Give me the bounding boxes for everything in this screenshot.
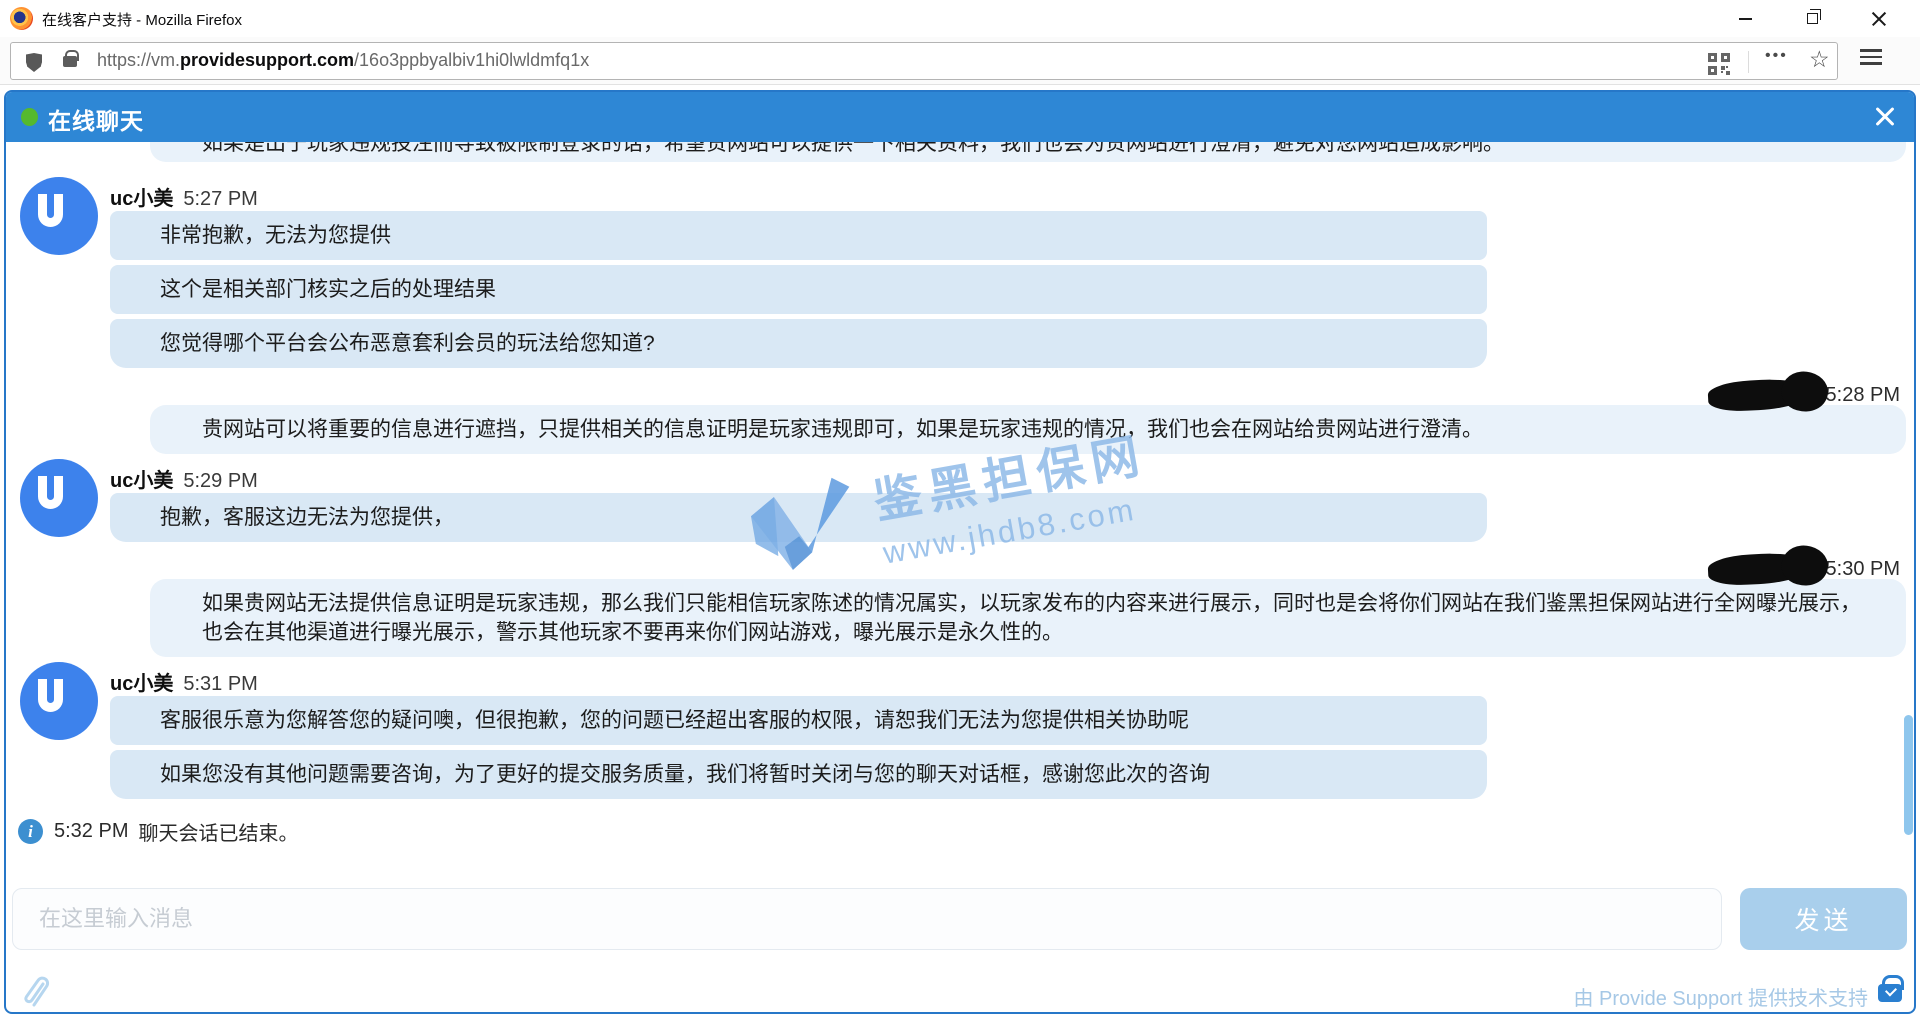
hamburger-menu-icon[interactable] [1858, 49, 1884, 69]
qr-code-icon[interactable] [1701, 51, 1731, 73]
message-meta-row: uc小美 5:27 PM [110, 182, 1487, 208]
agent-message-bubble: 如果您没有其他问题需要咨询，为了更好的提交服务质量，我们将暂时关闭与您的聊天对话… [110, 750, 1487, 799]
message-meta-row: uc小美 5:29 PM [110, 464, 1487, 490]
visitor-message-bubble: 如果贵网站无法提供信息证明是玩家违规，那么我们只能相信玩家陈述的情况属实，以玩家… [150, 579, 1906, 657]
visitor-message-group: 5:28 PM 贵网站可以将重要的信息进行遮挡，只提供相关的信息证明是玩家违规即可… [150, 378, 1906, 454]
message-bubble-clipped: 如果是出于玩家违规投注而导致被限制登录的话，希望贵网站可以提供一下相关资料，我们… [150, 142, 1906, 162]
agent-message-bubble: 您觉得哪个平台会公布恶意套利会员的玩法给您知道? [110, 319, 1487, 368]
url-bar[interactable]: https://vm.providesupport.com/16o3ppbyal… [10, 42, 1838, 80]
visitor-message-group: 5:30 PM 如果贵网站无法提供信息证明是玩家违规，那么我们只能相信玩家陈述的情… [150, 552, 1906, 657]
window-title: 在线客户支持 - Mozilla Firefox [42, 9, 242, 30]
restore-button[interactable] [1789, 0, 1835, 37]
chat-widget: 在线聊天 uc小美 5:27 PM 非常抱歉，无法为您提供这个是相关部门核实之后的处… [4, 90, 1916, 1014]
message-input[interactable] [12, 888, 1722, 950]
message-text: 您觉得哪个平台会公布恶意套利会员的玩法给您知道? [160, 332, 655, 355]
info-icon: i [18, 819, 43, 844]
bookmark-star-icon[interactable]: ☆ [1803, 45, 1836, 74]
message-text: 如果是出于玩家违规投注而导致被限制登录的话，希望贵网站可以提供一下相关资料，我们… [202, 142, 1504, 158]
agent-name: uc小美 [110, 673, 173, 695]
agent-message-group: uc小美 5:29 PM 抱歉，客服这边无法为您提供， [110, 464, 1487, 542]
close-window-button[interactable] [1856, 0, 1902, 37]
agent-message-bubble: 这个是相关部门核实之后的处理结果 [110, 265, 1487, 314]
agent-message-bubble: 抱歉，客服这边无法为您提供， [110, 493, 1487, 542]
tracking-protection-shield-icon[interactable] [26, 53, 42, 72]
uc-logo-icon [38, 679, 63, 712]
online-status-dot [21, 108, 38, 126]
system-message-row: i 5:32 PM 聊天会话已结束。 [18, 817, 1914, 846]
browser-titlebar: 在线客户支持 - Mozilla Firefox [0, 0, 1920, 37]
url-scheme: https://vm. [97, 50, 180, 70]
uc-logo-icon [38, 476, 63, 509]
message-timestamp: 5:32 PM [54, 820, 128, 843]
message-timestamp: 5:30 PM [1826, 558, 1900, 581]
visitor-message-bubble: 贵网站可以将重要的信息进行遮挡，只提供相关的信息证明是玩家违规即可，如果是玩家违… [150, 405, 1906, 454]
url-text: https://vm.providesupport.com/16o3ppbyal… [97, 50, 589, 71]
browser-navbar: https://vm.providesupport.com/16o3ppbyal… [0, 37, 1920, 85]
firefox-window: { "browser": { "title": "在线客户支持 - Mozill… [0, 0, 1920, 1019]
url-path: /16o3ppbyalbiv1hi0lwldmfq1x [354, 50, 589, 70]
firefox-icon [10, 7, 33, 30]
message-meta-row: 5:28 PM [150, 378, 1906, 412]
message-text: 客服很乐意为您解答您的疑问噢，但很抱歉，您的问题已经超出客服的权限，请恕我们无法… [160, 709, 1189, 732]
agent-message-group: uc小美 5:27 PM 非常抱歉，无法为您提供这个是相关部门核实之后的处理结果您觉… [110, 182, 1487, 368]
system-message-text: 聊天会话已结束。 [138, 817, 298, 846]
message-timestamp: 5:27 PM [183, 188, 257, 210]
agent-message-group: uc小美 5:31 PM 客服很乐意为您解答您的疑问噢，但很抱歉，您的问题已经超出客… [110, 667, 1487, 799]
page-actions-icon[interactable]: ••• [1759, 46, 1794, 66]
agent-avatar [20, 662, 98, 740]
message-timestamp: 5:31 PM [183, 673, 257, 695]
url-domain: providesupport.com [180, 50, 354, 70]
agent-message-bubble: 客服很乐意为您解答您的疑问噢，但很抱歉，您的问题已经超出客服的权限，请恕我们无法… [110, 696, 1487, 745]
paperclip-attach-icon[interactable] [18, 974, 54, 1012]
message-meta-row: uc小美 5:31 PM [110, 667, 1487, 693]
chat-header: 在线聊天 [6, 92, 1914, 142]
https-lock-icon[interactable] [63, 56, 77, 67]
message-text: 贵网站可以将重要的信息进行遮挡，只提供相关的信息证明是玩家违规即可，如果是玩家违… [202, 418, 1483, 441]
redacted-username [1707, 377, 1812, 412]
send-button[interactable]: 发送 [1740, 888, 1907, 950]
message-timestamp: 5:29 PM [183, 470, 257, 492]
message-text: 这个是相关部门核实之后的处理结果 [160, 278, 496, 301]
message-text: 如果贵网站无法提供信息证明是玩家违规，那么我们只能相信玩家陈述的情况属实，以玩家… [202, 592, 1861, 644]
message-text: 非常抱歉，无法为您提供 [160, 224, 391, 247]
agent-message-bubble: 非常抱歉，无法为您提供 [110, 211, 1487, 260]
message-text: 抱歉，客服这边无法为您提供， [160, 506, 454, 529]
secure-lock-icon [1878, 984, 1902, 1002]
urlbar-divider [1748, 51, 1749, 73]
minimize-button[interactable] [1722, 0, 1768, 37]
message-timestamp: 5:28 PM [1826, 384, 1900, 407]
chat-title: 在线聊天 [48, 102, 144, 136]
message-meta-row: 5:30 PM [150, 552, 1906, 586]
powered-by-link[interactable]: 由 Provide Support 提供技术支持 [1573, 982, 1868, 1011]
agent-avatar [20, 459, 98, 537]
chat-close-icon[interactable] [1872, 104, 1898, 130]
message-list: uc小美 5:27 PM 非常抱歉，无法为您提供这个是相关部门核实之后的处理结果您觉… [6, 142, 1914, 880]
uc-logo-icon [38, 194, 63, 227]
agent-avatar [20, 177, 98, 255]
agent-name: uc小美 [110, 470, 173, 492]
agent-name: uc小美 [110, 188, 173, 210]
redacted-username [1707, 551, 1812, 586]
chat-scrollbar-thumb[interactable] [1904, 715, 1913, 835]
message-text: 如果您没有其他问题需要咨询，为了更好的提交服务质量，我们将暂时关闭与您的聊天对话… [160, 763, 1210, 786]
